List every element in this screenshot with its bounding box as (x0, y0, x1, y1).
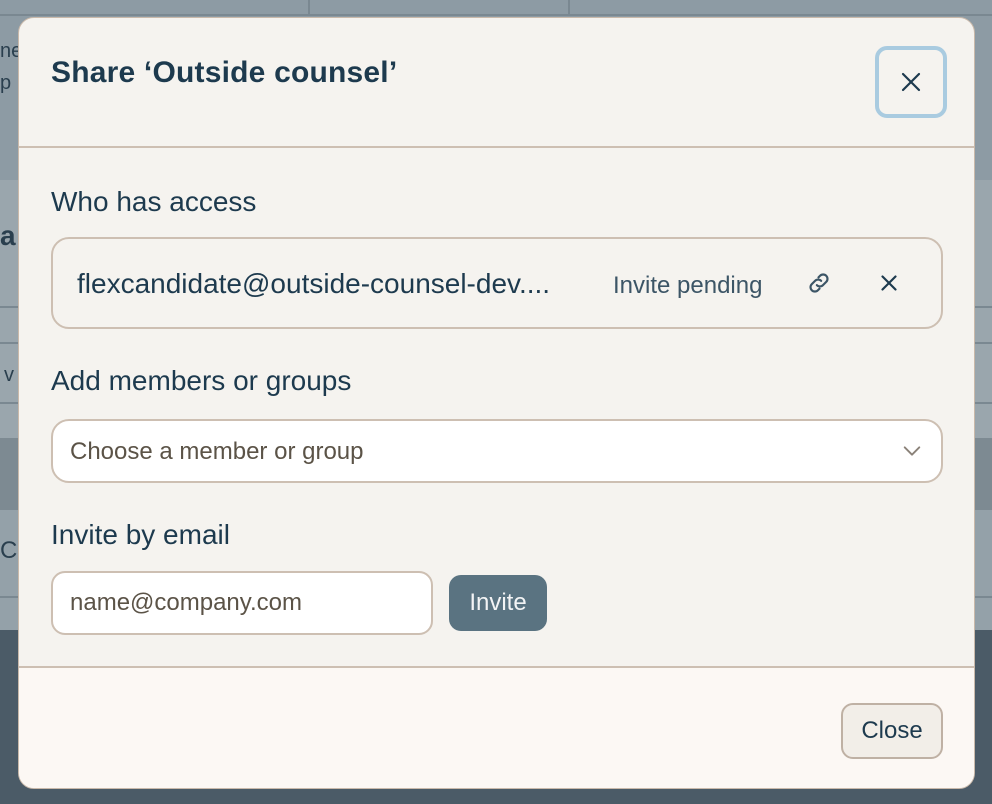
background-divider (0, 14, 992, 16)
background-text: C (0, 537, 18, 564)
close-icon (901, 72, 921, 92)
who-has-access-heading: Who has access (51, 186, 257, 217)
share-dialog: Share ‘Outside counsel’ Who has access f… (18, 17, 975, 789)
access-entry-email: flexcandidate@outside-counsel-dev.... (77, 268, 551, 299)
access-entry: flexcandidate@outside-counsel-dev.... In… (51, 237, 943, 329)
dialog-footer: Close (19, 666, 974, 788)
link-icon (809, 273, 829, 293)
dialog-title: Share ‘Outside counsel’ (51, 56, 398, 89)
invite-status-badge: Invite pending (613, 272, 763, 299)
background-text: p (0, 72, 12, 94)
member-group-select-placeholder: Choose a member or group (70, 438, 364, 465)
background-divider (308, 0, 310, 16)
close-button[interactable]: Close (841, 703, 943, 759)
remove-access-button[interactable] (869, 263, 909, 303)
dialog-close-button[interactable] (875, 46, 947, 118)
background-divider (568, 0, 570, 16)
invite-button[interactable]: Invite (449, 575, 547, 631)
chevron-down-icon (903, 446, 921, 456)
close-icon (881, 275, 897, 291)
background-text: a (0, 220, 16, 251)
add-members-heading: Add members or groups (51, 365, 352, 396)
invite-by-email-heading: Invite by email (51, 519, 230, 550)
member-group-select[interactable]: Choose a member or group (51, 419, 943, 483)
background-text: v (4, 364, 14, 386)
copy-invite-link-button[interactable] (799, 263, 839, 303)
dialog-header: Share ‘Outside counsel’ (19, 18, 974, 148)
invite-email-input[interactable] (51, 571, 433, 635)
